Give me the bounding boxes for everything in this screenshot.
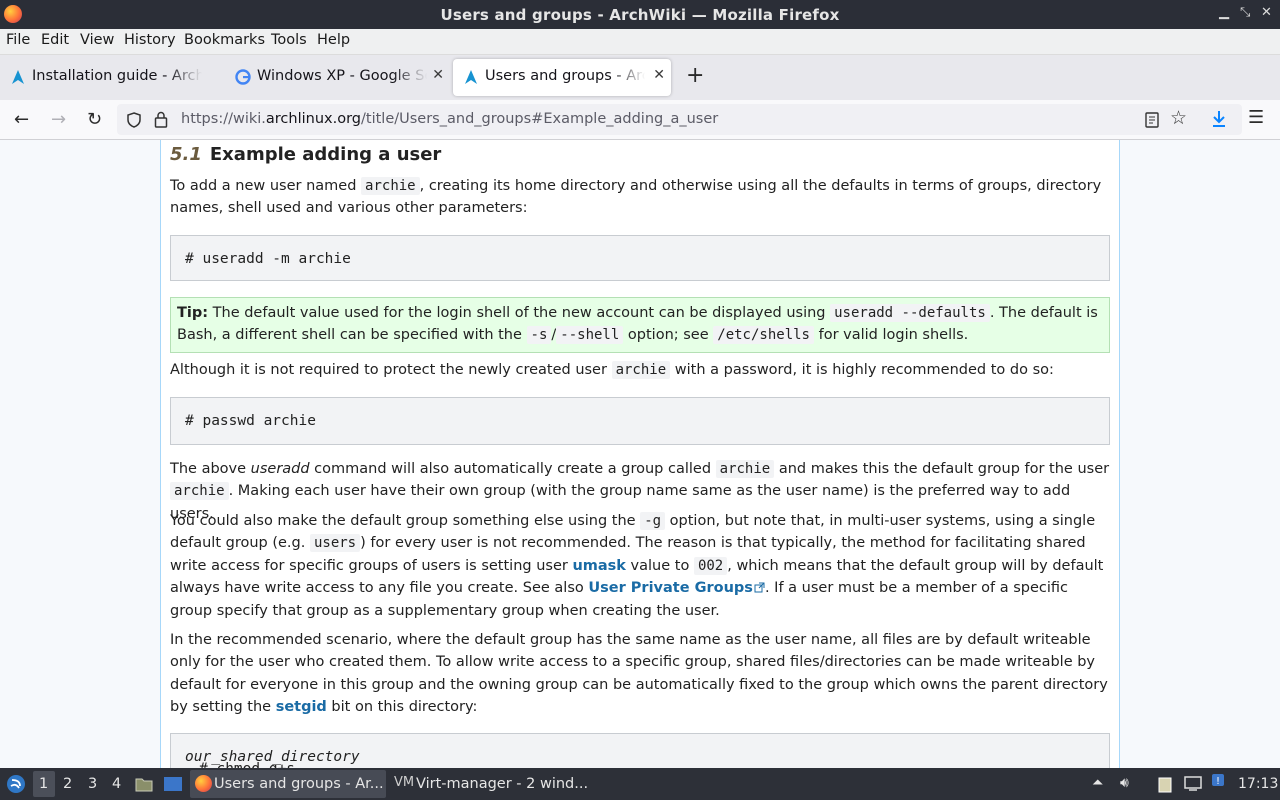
tray-up-arrow-icon[interactable]: ⏶ [1092,775,1103,791]
firefox-icon [195,775,212,792]
reader-view-icon[interactable] [1145,112,1159,128]
archlinux-icon [465,70,477,84]
reload-button[interactable]: ↻ [87,109,102,130]
close-tab-icon[interactable]: ✕ [432,67,444,83]
link-user-private-groups[interactable]: User Private Groups [588,580,765,596]
link-setgid[interactable]: setgid [276,699,327,715]
menu-help[interactable]: Help [317,32,350,48]
network-icon[interactable] [1183,775,1203,792]
maximize-icon[interactable]: ⤡ [1240,5,1250,20]
taskbar-window-firefox[interactable]: Users and groups - Ar... [190,770,386,798]
menu-history[interactable]: History [124,32,176,48]
workspace-1[interactable]: 1 [39,776,48,792]
tab-label: Installation guide - ArchWiki [32,68,202,84]
url-bar[interactable]: https://wiki.archlinux.org/title/Users_a… [117,104,1242,135]
archlinux-icon [12,70,24,84]
workspace-4[interactable]: 4 [112,776,121,792]
paragraph-intro: To add a new user named archie, creating… [170,177,1102,217]
external-link-icon [754,582,765,593]
workspace-2[interactable]: 2 [63,776,72,792]
code-block-chmod: # chmod g+s our_shared_directory [170,733,1110,768]
code-block-passwd: # passwd archie [170,397,1110,445]
tab-windows-xp-search[interactable]: Windows XP - Google Search ✕ [225,59,450,96]
bookmark-star-icon[interactable]: ☆ [1170,107,1187,129]
taskbar-window-label: Users and groups - Ar... [214,776,384,792]
menu-file[interactable]: File [6,32,30,48]
tab-label: Users and groups - ArchWiki [485,68,645,84]
app-menu-icon[interactable]: ☰ [1248,107,1264,128]
menu-edit[interactable]: Edit [41,32,69,48]
section-heading: 5.1 Example adding a user [170,144,442,165]
taskbar-window-virt-manager[interactable]: VM Virt-manager - 2 wind... [392,770,592,798]
window-title: Users and groups - ArchWiki — Mozilla Fi… [440,6,840,24]
tab-strip: Installation guide - ArchWiki Windows XP… [0,55,1280,100]
virt-manager-icon: VM [394,775,415,790]
minimize-icon[interactable]: ▁ [1219,5,1229,20]
taskbar: 1 2 3 4 Users and groups - Ar... VM Virt… [0,768,1280,800]
link-umask[interactable]: umask [572,558,626,574]
back-button[interactable]: ← [14,109,29,130]
article-content: 5.1 Example adding a user To add a new us… [160,140,1120,768]
tab-installation-guide[interactable]: Installation guide - ArchWiki [0,59,225,96]
show-desktop-icon[interactable] [163,776,183,792]
workspace-3[interactable]: 3 [88,776,97,792]
notification-icon[interactable]: ! [1211,773,1225,787]
paragraph-umask: You could also make the default group so… [170,512,1104,619]
svg-text:!: ! [1216,776,1220,787]
tab-label: Windows XP - Google Search [257,68,427,84]
google-icon [235,69,251,85]
taskbar-window-label: Virt-manager - 2 wind... [416,776,589,792]
window-titlebar: Users and groups - ArchWiki — Mozilla Fi… [0,0,1280,29]
shield-icon[interactable] [126,112,142,128]
downloads-icon[interactable] [1211,110,1227,128]
file-manager-icon[interactable] [135,776,153,792]
close-window-icon[interactable]: ✕ [1261,5,1272,20]
menu-view[interactable]: View [80,32,114,48]
web-page: 5.1 Example adding a user To add a new us… [0,140,1280,768]
url-text[interactable]: https://wiki.archlinux.org/title/Users_a… [181,111,718,127]
new-tab-button[interactable]: + [686,63,704,88]
clipboard-icon[interactable] [1156,775,1174,793]
clock: 17:13 [1238,776,1279,792]
navigation-toolbar: ← → ↻ https://wiki.archlinux.org/title/U… [0,100,1280,140]
paragraph-password: Although it is not required to protect t… [170,361,1054,379]
tab-users-and-groups[interactable]: Users and groups - ArchWiki ✕ [453,59,671,96]
start-menu-icon[interactable] [6,774,26,794]
code-block-useradd: # useradd -m archie [170,235,1110,281]
paragraph-setgid: In the recommended scenario, where the d… [170,632,1108,716]
tip-box: Tip: The default value used for the logi… [170,297,1110,353]
close-tab-icon[interactable]: ✕ [653,67,665,83]
lock-icon[interactable] [154,111,168,128]
menu-tools[interactable]: Tools [271,32,307,48]
menu-bar: File Edit View History Bookmarks Tools H… [0,29,1280,55]
volume-icon[interactable]: 🔊︎ [1120,775,1129,791]
menu-bookmarks[interactable]: Bookmarks [184,32,265,48]
forward-button[interactable]: → [51,109,66,130]
